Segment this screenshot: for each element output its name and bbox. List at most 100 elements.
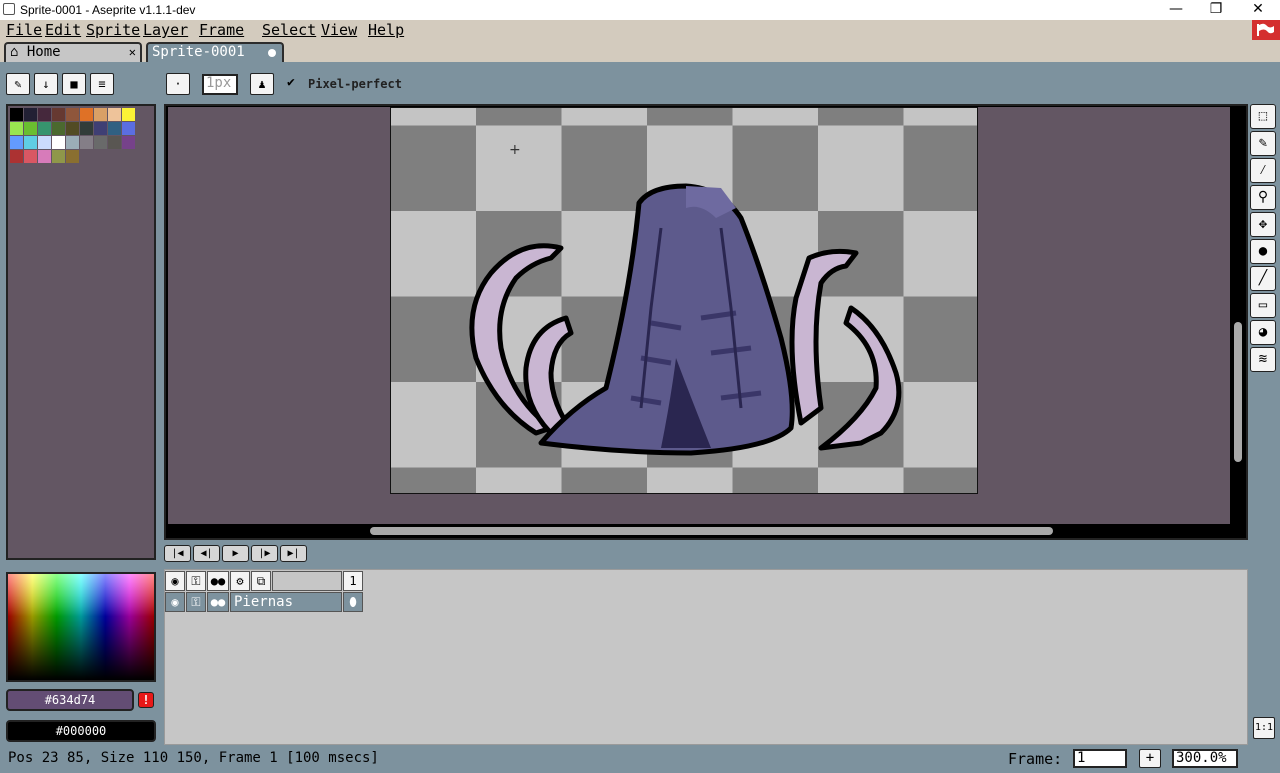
palette-swatch[interactable] [24,150,37,163]
modified-dot-icon [268,49,276,57]
palette-swatch[interactable] [66,122,79,135]
one-to-one-button[interactable]: 1:1 [1253,717,1275,739]
ink-type-icon[interactable]: ♟ [250,73,274,95]
home-icon: ⌂ [10,44,19,60]
aseprite-flag-icon[interactable] [1252,20,1280,40]
color-spectrum[interactable] [6,572,156,682]
palette-swatch[interactable] [38,150,51,163]
cel-keyframe-icon[interactable]: ⬮ [343,592,363,612]
palette-options-icon[interactable]: ≡ [90,73,114,95]
palette-swatch[interactable] [94,136,107,149]
palette-swatch[interactable] [94,108,107,121]
palette-swatch[interactable] [10,108,23,121]
palette-swatch[interactable] [24,136,37,149]
contour-tool-icon[interactable]: ◕ [1250,320,1276,345]
palette-swatch[interactable] [52,122,65,135]
palette-swatch[interactable] [80,136,93,149]
play-icon[interactable]: ▶ [222,545,249,562]
first-frame-icon[interactable]: |◀ [164,545,191,562]
zoom-tool-icon[interactable]: ⚲ [1250,185,1276,210]
pixel-perfect-checkbox[interactable]: ✔ [287,75,295,90]
move-tool-icon[interactable]: ✥ [1250,212,1276,237]
visibility-header-icon[interactable]: ◉ [165,571,185,591]
blur-tool-icon[interactable]: ≋ [1250,347,1276,372]
menu-help[interactable]: Help [368,21,404,39]
add-frame-button[interactable]: + [1139,749,1161,768]
menu-bar: File Edit Sprite Layer Frame Select View… [0,20,1280,40]
tab-home-label: Home [26,44,61,60]
svg-text:+: + [509,142,521,158]
layer-lock-icon[interactable]: ⚿ [186,592,206,612]
menu-sprite[interactable]: Sprite [86,21,140,39]
palette-swatch[interactable] [66,108,79,121]
restore-button[interactable]: ❐ [1206,1,1226,19]
palette-sort-icon[interactable]: ↓ [34,73,58,95]
vertical-scrollbar[interactable] [1234,322,1242,462]
palette-swatch[interactable] [122,122,135,135]
prev-frame-icon[interactable]: ◀| [193,545,220,562]
close-window-button[interactable]: ✕ [1248,1,1268,19]
palette-swatch[interactable] [80,108,93,121]
fill-tool-icon[interactable]: ● [1250,239,1276,264]
palette-swatch[interactable] [108,136,121,149]
minimize-button[interactable]: — [1166,1,1186,19]
palette-swatch[interactable] [38,136,51,149]
onion-skin-icon[interactable]: ⧉ [251,571,271,591]
tab-close-icon[interactable]: ✕ [129,44,136,61]
foreground-color-button[interactable]: #634d74 [6,689,134,711]
palette-swatch[interactable] [66,136,79,149]
palette-panel [6,104,156,560]
layer-visibility-icon[interactable]: ◉ [165,592,185,612]
brush-type-icon[interactable]: · [166,73,190,95]
menu-layer[interactable]: Layer [143,21,188,39]
frame-header[interactable]: 1 [343,571,363,591]
marquee-tool-icon[interactable]: ⬚ [1250,104,1276,129]
line-tool-icon[interactable]: ╱ [1250,266,1276,291]
palette-presets-icon[interactable]: ■ [62,73,86,95]
eyedropper-tool-icon[interactable]: ⁄ [1250,158,1276,183]
palette-swatch[interactable] [80,122,93,135]
palette-swatch[interactable] [24,108,37,121]
tab-sprite[interactable]: Sprite-0001 [146,42,284,62]
palette-swatch[interactable] [122,136,135,149]
palette-grid[interactable] [10,108,150,168]
palette-swatch[interactable] [38,108,51,121]
palette-swatch[interactable] [108,122,121,135]
palette-swatch[interactable] [24,122,37,135]
palette-swatch[interactable] [52,150,65,163]
sprite-image: + [391,108,977,493]
palette-swatch[interactable] [94,122,107,135]
palette-swatch[interactable] [10,136,23,149]
menu-frame[interactable]: Frame [199,21,244,39]
menu-select[interactable]: Select [262,21,316,39]
last-frame-icon[interactable]: ▶| [280,545,307,562]
palette-edit-icon[interactable]: ✎ [6,73,30,95]
continuous-header-icon[interactable]: ●● [207,571,229,591]
frame-input[interactable]: 1 [1073,749,1127,768]
pencil-tool-icon[interactable]: ✎ [1250,131,1276,156]
menu-view[interactable]: View [321,21,357,39]
menu-edit[interactable]: Edit [45,21,81,39]
gear-icon[interactable]: ⚙ [230,571,250,591]
tab-home[interactable]: ⌂ Home ✕ [4,42,142,62]
layer-name[interactable]: Piernas [230,592,342,612]
layer-continuous-icon[interactable]: ●● [207,592,229,612]
sprite-canvas[interactable]: + [390,107,978,494]
warning-icon[interactable]: ! [138,692,154,708]
next-frame-icon[interactable]: |▶ [251,545,278,562]
palette-swatch[interactable] [66,150,79,163]
palette-swatch[interactable] [52,108,65,121]
palette-swatch[interactable] [10,122,23,135]
palette-swatch[interactable] [108,108,121,121]
lock-header-icon[interactable]: ⚿ [186,571,206,591]
palette-swatch[interactable] [10,150,23,163]
palette-swatch[interactable] [38,122,51,135]
background-color-button[interactable]: #000000 [6,720,156,742]
rectangle-tool-icon[interactable]: ▭ [1250,293,1276,318]
horizontal-scrollbar[interactable] [370,527,1053,535]
brush-size-input[interactable]: 1px [202,74,238,95]
zoom-input[interactable]: 300.0% [1172,749,1238,768]
palette-swatch[interactable] [52,136,65,149]
menu-file[interactable]: File [6,21,42,39]
palette-swatch[interactable] [122,108,135,121]
